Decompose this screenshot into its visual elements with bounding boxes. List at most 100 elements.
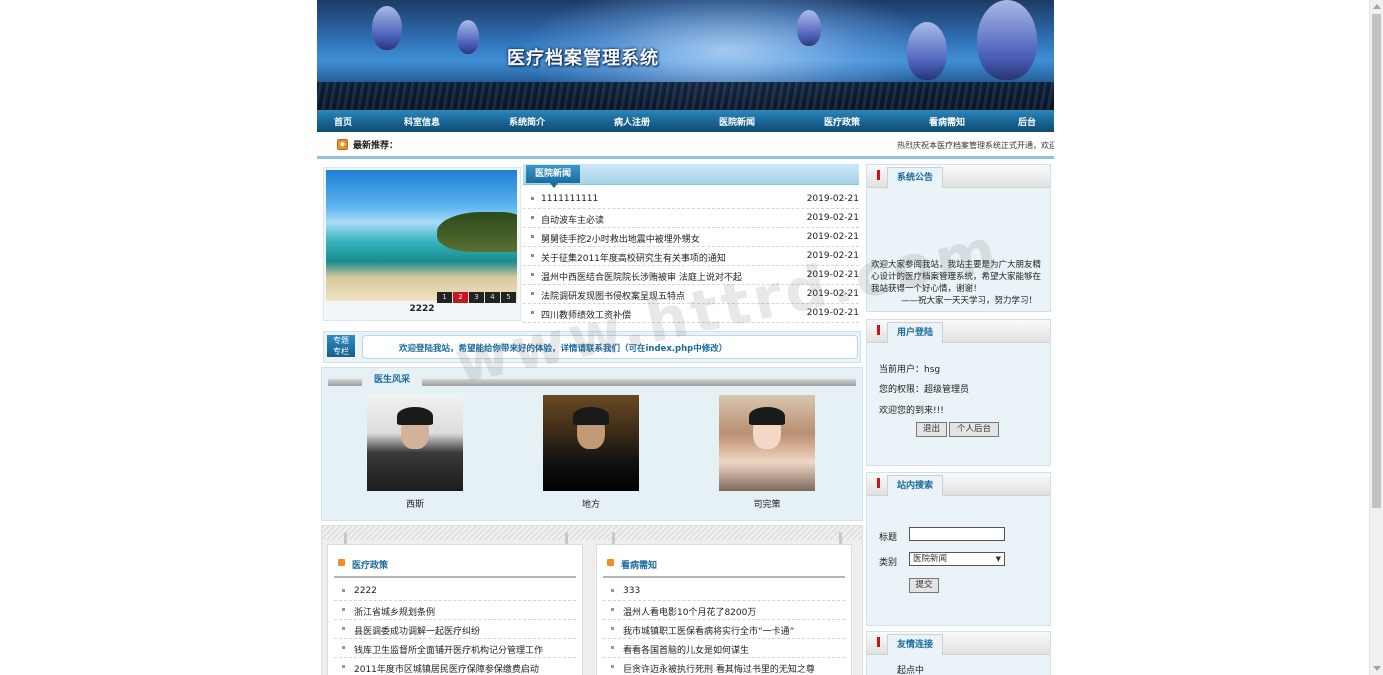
nav-item-policy[interactable]: 医疗政策 bbox=[824, 115, 860, 128]
item-title[interactable]: 我市城镇职工医保看病将实行全市“一卡通” bbox=[623, 624, 845, 637]
bullet-icon bbox=[611, 665, 614, 668]
list-item[interactable]: 关于征集2011年度高校研究生有关事项的通知 2019-02-21 bbox=[523, 247, 859, 266]
news-title[interactable]: 自动波车主必读 bbox=[541, 213, 781, 226]
list-item[interactable]: 333 bbox=[603, 582, 845, 601]
item-title[interactable]: 2011年度市区城镇居民医疗保障参保缴费启动 bbox=[354, 662, 576, 675]
page-scrollbar[interactable] bbox=[1369, 0, 1383, 675]
list-item[interactable]: 1111111111 2019-02-21 bbox=[523, 190, 859, 209]
ticker-text[interactable]: 热烈庆祝本医疗档案管理系统正式开通，欢迎 bbox=[897, 140, 1054, 151]
doctor-photo[interactable] bbox=[367, 395, 463, 491]
nav-item-departments[interactable]: 科室信息 bbox=[404, 115, 440, 128]
news-title[interactable]: 四川教师绩效工资补偿 bbox=[541, 308, 781, 321]
header-marker bbox=[877, 478, 880, 488]
slideshow-image[interactable] bbox=[326, 170, 517, 301]
scroll-up-icon[interactable] bbox=[1373, 4, 1381, 9]
divider bbox=[334, 576, 576, 578]
doctor-photo[interactable] bbox=[543, 395, 639, 491]
tab-doctors[interactable]: 医生风采 bbox=[362, 372, 422, 388]
nav-item-home[interactable]: 首页 bbox=[334, 115, 352, 128]
bullet-icon bbox=[611, 627, 614, 630]
list-item[interactable]: 2011年度市区城镇居民医疗保障参保缴费启动 bbox=[334, 658, 576, 675]
item-title[interactable]: 2222 bbox=[354, 586, 576, 596]
news-date: 2019-02-21 bbox=[806, 270, 859, 280]
item-title[interactable]: 钱库卫生监督所全面铺开医疗机构记分管理工作 bbox=[354, 643, 576, 656]
search-title-label: 标题 bbox=[879, 533, 898, 543]
bullet-icon bbox=[531, 273, 534, 276]
list-item[interactable]: 法院调研发现图书侵权案呈现五特点 2019-02-21 bbox=[523, 285, 859, 304]
main-nav: 首页 科室信息 系统简介 病人注册 医院新闻 医疗政策 看病需知 后台 bbox=[317, 110, 1054, 132]
doctor-card[interactable]: 地方 bbox=[541, 395, 641, 510]
nav-item-intro[interactable]: 系统简介 bbox=[509, 115, 545, 128]
ticker-label: 最新推荐： bbox=[353, 141, 399, 151]
tab-friend-links[interactable]: 友情连接 bbox=[887, 634, 943, 655]
doctor-card[interactable]: 西斯 bbox=[365, 395, 465, 510]
list-icon bbox=[607, 559, 614, 566]
search-title-input[interactable] bbox=[909, 527, 1005, 541]
list-item[interactable]: 温州中西医结合医院院长涉贿被审 法庭上说对不起 2019-02-21 bbox=[523, 266, 859, 285]
tab-user-login[interactable]: 用户登陆 bbox=[887, 322, 943, 343]
doctor-name[interactable]: 西斯 bbox=[365, 497, 465, 510]
slide-page-1[interactable]: 1 bbox=[437, 292, 452, 303]
profile-button[interactable]: 个人后台 bbox=[949, 422, 999, 437]
search-category-select[interactable]: 医院新闻 ▼ bbox=[909, 552, 1005, 566]
doctor-name[interactable]: 地方 bbox=[541, 497, 641, 510]
logout-button[interactable]: 退出 bbox=[916, 422, 947, 437]
panel-header: 看病需知 bbox=[597, 545, 851, 575]
item-title[interactable]: 看看各国首脑的儿女是如何谋生 bbox=[623, 643, 845, 656]
list-item[interactable]: 巨贪许迈永被执行死刑 看其悔过书里的无知之尊 bbox=[603, 658, 845, 675]
list-item[interactable]: 看看各国首脑的儿女是如何谋生 bbox=[603, 639, 845, 658]
item-title[interactable]: 巨贪许迈永被执行死刑 看其悔过书里的无知之尊 bbox=[623, 662, 845, 675]
site-title: 医疗档案管理系统 bbox=[507, 48, 659, 69]
news-header: 医院新闻 bbox=[523, 164, 859, 188]
list-item[interactable]: 舅舅徒手挖2小时救出地震中被埋外甥女 2019-02-21 bbox=[523, 228, 859, 247]
sidebar-header: 友情连接 bbox=[867, 632, 1050, 655]
tab-announcement[interactable]: 系统公告 bbox=[887, 167, 943, 188]
nav-item-news[interactable]: 医院新闻 bbox=[719, 115, 755, 128]
list-item[interactable]: 我市城镇职工医保看病将实行全市“一卡通” bbox=[603, 620, 845, 639]
search-category-label: 类别 bbox=[879, 558, 898, 568]
slideshow-caption[interactable]: 2222 bbox=[324, 304, 520, 314]
nav-item-register[interactable]: 病人注册 bbox=[614, 115, 650, 128]
bottom-panels: 医疗政策 2222 浙江省城乡规划条例 县医调委成功调解一起医疗纠纷 钱库卫生监… bbox=[321, 525, 863, 675]
link-item[interactable]: 起点中 bbox=[897, 663, 924, 675]
tab-hospital-news[interactable]: 医院新闻 bbox=[526, 165, 580, 188]
item-title[interactable]: 333 bbox=[623, 586, 845, 596]
doctor-name[interactable]: 司完策 bbox=[717, 497, 817, 510]
cliff-shape bbox=[437, 212, 517, 252]
bullet-icon bbox=[611, 589, 614, 592]
scroll-thumb[interactable] bbox=[1372, 14, 1381, 508]
nav-item-guide[interactable]: 看病需知 bbox=[929, 115, 965, 128]
news-date: 2019-02-21 bbox=[806, 194, 859, 204]
news-title[interactable]: 关于征集2011年度高校研究生有关事项的通知 bbox=[541, 251, 781, 264]
hair-shape bbox=[397, 407, 433, 425]
item-title[interactable]: 县医调委成功调解一起医疗纠纷 bbox=[354, 624, 576, 637]
current-user-value: hsg bbox=[924, 365, 941, 375]
panel-title[interactable]: 看病需知 bbox=[621, 558, 657, 571]
search-submit-button[interactable]: 提交 bbox=[909, 578, 939, 593]
item-title[interactable]: 浙江省城乡规划条例 bbox=[354, 605, 576, 618]
news-title[interactable]: 法院调研发现图书侵权案呈现五特点 bbox=[541, 289, 781, 302]
slide-page-3[interactable]: 3 bbox=[469, 292, 484, 303]
list-item[interactable]: 县医调委成功调解一起医疗纠纷 bbox=[334, 620, 576, 639]
list-item[interactable]: 自动波车主必读 2019-02-21 bbox=[523, 209, 859, 228]
news-title[interactable]: 温州中西医结合医院院长涉贿被审 法庭上说对不起 bbox=[541, 270, 781, 283]
slide-page-2[interactable]: 2 bbox=[453, 292, 468, 303]
news-title[interactable]: 舅舅徒手挖2小时救出地震中被埋外甥女 bbox=[541, 232, 781, 245]
bullet-icon bbox=[611, 646, 614, 649]
nav-item-admin[interactable]: 后台 bbox=[1018, 115, 1036, 128]
news-title[interactable]: 1111111111 bbox=[541, 194, 781, 204]
special-message: 欢迎登陆我站，希望能给你带来好的体验，详情请联系我们（可在index.php中修… bbox=[399, 344, 728, 354]
list-item[interactable]: 四川教师绩效工资补偿 2019-02-21 bbox=[523, 304, 859, 323]
doctor-card[interactable]: 司完策 bbox=[717, 395, 817, 510]
list-item[interactable]: 温州人看电影10个月花了8200万 bbox=[603, 601, 845, 620]
list-item[interactable]: 浙江省城乡规划条例 bbox=[334, 601, 576, 620]
slide-page-5[interactable]: 5 bbox=[501, 292, 516, 303]
list-item[interactable]: 钱库卫生监督所全面铺开医疗机构记分管理工作 bbox=[334, 639, 576, 658]
tab-site-search[interactable]: 站内搜索 bbox=[887, 475, 943, 496]
panel-title[interactable]: 医疗政策 bbox=[352, 558, 388, 571]
scroll-down-icon[interactable] bbox=[1373, 666, 1381, 671]
item-title[interactable]: 温州人看电影10个月花了8200万 bbox=[623, 605, 845, 618]
slide-page-4[interactable]: 4 bbox=[485, 292, 500, 303]
list-item[interactable]: 2222 bbox=[334, 582, 576, 601]
doctor-photo[interactable] bbox=[719, 395, 815, 491]
